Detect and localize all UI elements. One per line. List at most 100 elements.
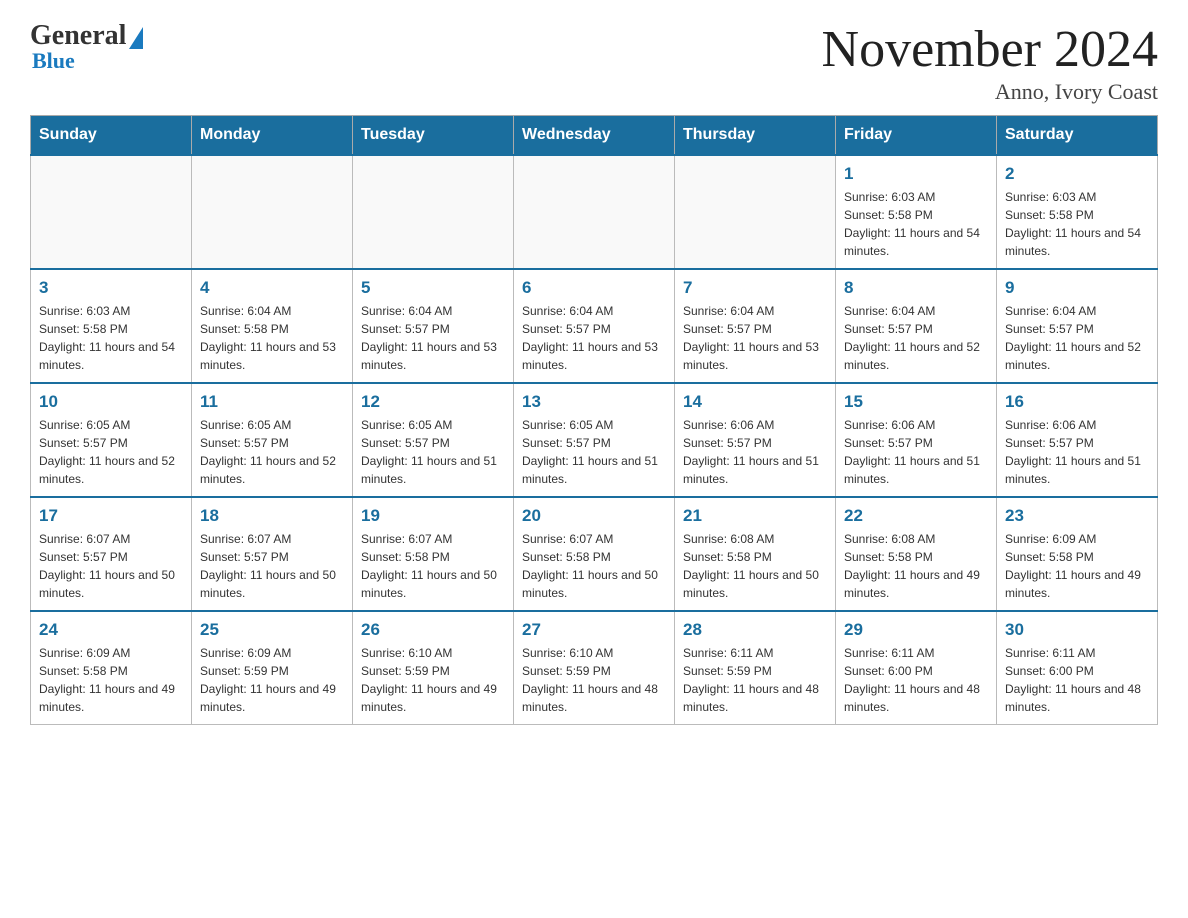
calendar-cell: 4Sunrise: 6:04 AM Sunset: 5:58 PM Daylig… xyxy=(192,269,353,383)
day-of-week-header: Thursday xyxy=(675,116,836,156)
day-number: 8 xyxy=(844,278,988,298)
week-row: 10 Sunrise: 6:05 AM Sunset: 5:57 PM Dayli… xyxy=(31,383,1158,497)
calendar-cell xyxy=(675,155,836,269)
day-number: 18 xyxy=(200,506,344,526)
day-number: 10 xyxy=(39,392,183,412)
day-number: 14 xyxy=(683,392,827,412)
calendar-cell: 12 Sunrise: 6:05 AM Sunset: 5:57 PM Dayli… xyxy=(353,383,514,497)
calendar-cell: 22 Sunrise: 6:08 AM Sunset: 5:58 PM Dayli… xyxy=(836,497,997,611)
day-number: 30 xyxy=(1005,620,1149,640)
day-info: Sunrise: 6:04 AM Sunset: 5:57 PM Dayligh… xyxy=(361,302,505,374)
day-info: Sunrise: 6:05 AM Sunset: 5:57 PM Dayligh… xyxy=(361,416,505,488)
day-number: 22 xyxy=(844,506,988,526)
day-info: Sunrise: 6:07 AM Sunset: 5:57 PM Dayligh… xyxy=(39,530,183,602)
calendar-cell: 5 Sunrise: 6:04 AM Sunset: 5:57 PM Daylig… xyxy=(353,269,514,383)
calendar-cell: 9Sunrise: 6:04 AM Sunset: 5:57 PM Daylig… xyxy=(997,269,1158,383)
day-info: Sunrise: 6:04 AM Sunset: 5:57 PM Dayligh… xyxy=(522,302,666,374)
day-info: Sunrise: 6:03 AM Sunset: 5:58 PM Dayligh… xyxy=(1005,188,1149,260)
day-of-week-header: Tuesday xyxy=(353,116,514,156)
title-area: November 2024 Anno, Ivory Coast xyxy=(822,20,1158,105)
calendar-cell: 3 Sunrise: 6:03 AM Sunset: 5:58 PM Daylig… xyxy=(31,269,192,383)
month-title: November 2024 xyxy=(822,20,1158,79)
day-of-week-header: Sunday xyxy=(31,116,192,156)
week-row: 24 Sunrise: 6:09 AM Sunset: 5:58 PM Dayli… xyxy=(31,611,1158,725)
calendar-cell: 30 Sunrise: 6:11 AM Sunset: 6:00 PM Dayli… xyxy=(997,611,1158,725)
day-number: 25 xyxy=(200,620,344,640)
calendar-cell: 19 Sunrise: 6:07 AM Sunset: 5:58 PM Dayli… xyxy=(353,497,514,611)
calendar-cell: 24 Sunrise: 6:09 AM Sunset: 5:58 PM Dayli… xyxy=(31,611,192,725)
day-number: 12 xyxy=(361,392,505,412)
day-info: Sunrise: 6:11 AM Sunset: 6:00 PM Dayligh… xyxy=(844,644,988,716)
calendar-cell: 16Sunrise: 6:06 AM Sunset: 5:57 PM Dayli… xyxy=(997,383,1158,497)
day-info: Sunrise: 6:06 AM Sunset: 5:57 PM Dayligh… xyxy=(844,416,988,488)
day-info: Sunrise: 6:05 AM Sunset: 5:57 PM Dayligh… xyxy=(522,416,666,488)
day-number: 9 xyxy=(1005,278,1149,298)
day-number: 23 xyxy=(1005,506,1149,526)
day-info: Sunrise: 6:08 AM Sunset: 5:58 PM Dayligh… xyxy=(844,530,988,602)
day-number: 2 xyxy=(1005,164,1149,184)
calendar-cell: 6 Sunrise: 6:04 AM Sunset: 5:57 PM Daylig… xyxy=(514,269,675,383)
calendar-header-row: SundayMondayTuesdayWednesdayThursdayFrid… xyxy=(31,116,1158,156)
day-info: Sunrise: 6:05 AM Sunset: 5:57 PM Dayligh… xyxy=(39,416,183,488)
day-info: Sunrise: 6:08 AM Sunset: 5:58 PM Dayligh… xyxy=(683,530,827,602)
calendar-cell: 2 Sunrise: 6:03 AM Sunset: 5:58 PM Daylig… xyxy=(997,155,1158,269)
day-number: 27 xyxy=(522,620,666,640)
page-header: General Blue November 2024 Anno, Ivory C… xyxy=(30,20,1158,105)
day-number: 19 xyxy=(361,506,505,526)
logo-triangle-icon xyxy=(129,27,143,49)
day-number: 29 xyxy=(844,620,988,640)
calendar-cell: 8Sunrise: 6:04 AM Sunset: 5:57 PM Daylig… xyxy=(836,269,997,383)
week-row: 1 Sunrise: 6:03 AM Sunset: 5:58 PM Daylig… xyxy=(31,155,1158,269)
calendar-cell: 1 Sunrise: 6:03 AM Sunset: 5:58 PM Daylig… xyxy=(836,155,997,269)
calendar-cell: 29 Sunrise: 6:11 AM Sunset: 6:00 PM Dayli… xyxy=(836,611,997,725)
calendar-cell: 27Sunrise: 6:10 AM Sunset: 5:59 PM Dayli… xyxy=(514,611,675,725)
day-info: Sunrise: 6:09 AM Sunset: 5:58 PM Dayligh… xyxy=(1005,530,1149,602)
calendar-cell xyxy=(31,155,192,269)
day-number: 26 xyxy=(361,620,505,640)
day-number: 1 xyxy=(844,164,988,184)
day-info: Sunrise: 6:07 AM Sunset: 5:58 PM Dayligh… xyxy=(361,530,505,602)
day-info: Sunrise: 6:11 AM Sunset: 5:59 PM Dayligh… xyxy=(683,644,827,716)
calendar-cell: 25 Sunrise: 6:09 AM Sunset: 5:59 PM Dayli… xyxy=(192,611,353,725)
calendar-cell: 26Sunrise: 6:10 AM Sunset: 5:59 PM Dayli… xyxy=(353,611,514,725)
day-info: Sunrise: 6:09 AM Sunset: 5:58 PM Dayligh… xyxy=(39,644,183,716)
calendar-cell: 15 Sunrise: 6:06 AM Sunset: 5:57 PM Dayli… xyxy=(836,383,997,497)
day-number: 20 xyxy=(522,506,666,526)
day-number: 24 xyxy=(39,620,183,640)
day-of-week-header: Monday xyxy=(192,116,353,156)
day-number: 5 xyxy=(361,278,505,298)
day-info: Sunrise: 6:04 AM Sunset: 5:58 PM Dayligh… xyxy=(200,302,344,374)
calendar-cell: 20 Sunrise: 6:07 AM Sunset: 5:58 PM Dayli… xyxy=(514,497,675,611)
calendar-cell: 18 Sunrise: 6:07 AM Sunset: 5:57 PM Dayli… xyxy=(192,497,353,611)
calendar-cell: 17 Sunrise: 6:07 AM Sunset: 5:57 PM Dayli… xyxy=(31,497,192,611)
day-number: 21 xyxy=(683,506,827,526)
calendar-cell: 21 Sunrise: 6:08 AM Sunset: 5:58 PM Dayli… xyxy=(675,497,836,611)
day-info: Sunrise: 6:07 AM Sunset: 5:58 PM Dayligh… xyxy=(522,530,666,602)
day-info: Sunrise: 6:03 AM Sunset: 5:58 PM Dayligh… xyxy=(39,302,183,374)
day-info: Sunrise: 6:11 AM Sunset: 6:00 PM Dayligh… xyxy=(1005,644,1149,716)
calendar-table: SundayMondayTuesdayWednesdayThursdayFrid… xyxy=(30,115,1158,725)
day-info: Sunrise: 6:07 AM Sunset: 5:57 PM Dayligh… xyxy=(200,530,344,602)
location-subtitle: Anno, Ivory Coast xyxy=(822,79,1158,105)
day-info: Sunrise: 6:04 AM Sunset: 5:57 PM Dayligh… xyxy=(683,302,827,374)
calendar-cell: 23 Sunrise: 6:09 AM Sunset: 5:58 PM Dayli… xyxy=(997,497,1158,611)
calendar-cell xyxy=(353,155,514,269)
day-number: 17 xyxy=(39,506,183,526)
day-number: 28 xyxy=(683,620,827,640)
calendar-cell: 11Sunrise: 6:05 AM Sunset: 5:57 PM Dayli… xyxy=(192,383,353,497)
day-of-week-header: Saturday xyxy=(997,116,1158,156)
week-row: 3 Sunrise: 6:03 AM Sunset: 5:58 PM Daylig… xyxy=(31,269,1158,383)
day-info: Sunrise: 6:09 AM Sunset: 5:59 PM Dayligh… xyxy=(200,644,344,716)
calendar-cell: 7 Sunrise: 6:04 AM Sunset: 5:57 PM Daylig… xyxy=(675,269,836,383)
day-info: Sunrise: 6:03 AM Sunset: 5:58 PM Dayligh… xyxy=(844,188,988,260)
day-number: 6 xyxy=(522,278,666,298)
day-number: 15 xyxy=(844,392,988,412)
day-number: 11 xyxy=(200,392,344,412)
calendar-cell: 28 Sunrise: 6:11 AM Sunset: 5:59 PM Dayli… xyxy=(675,611,836,725)
day-info: Sunrise: 6:06 AM Sunset: 5:57 PM Dayligh… xyxy=(1005,416,1149,488)
day-number: 7 xyxy=(683,278,827,298)
day-of-week-header: Friday xyxy=(836,116,997,156)
week-row: 17 Sunrise: 6:07 AM Sunset: 5:57 PM Dayli… xyxy=(31,497,1158,611)
calendar-cell: 13Sunrise: 6:05 AM Sunset: 5:57 PM Dayli… xyxy=(514,383,675,497)
day-number: 3 xyxy=(39,278,183,298)
